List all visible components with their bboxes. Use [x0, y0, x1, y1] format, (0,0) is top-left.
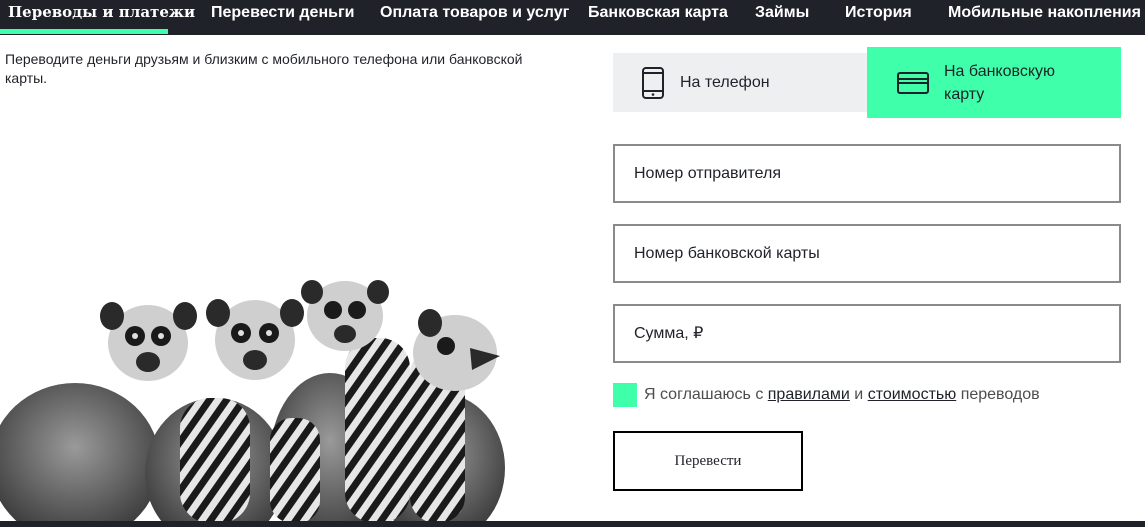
- smartphone-icon: [642, 66, 664, 99]
- nav-item-loans[interactable]: Займы: [755, 0, 809, 35]
- lemur-head-1: [100, 302, 197, 381]
- nav-active-indicator: [0, 29, 168, 34]
- nav-item-history[interactable]: История: [845, 0, 912, 35]
- cost-link[interactable]: стоимостью: [868, 386, 957, 404]
- agreement-row: Я соглашаюсь с правилами и стоимостью пе…: [613, 382, 1040, 408]
- card-number-input[interactable]: [615, 226, 1119, 281]
- agreement-suffix: переводов: [960, 386, 1040, 403]
- tab-to-bank-card-label: На банковскую карту: [944, 62, 1056, 103]
- nav-item-goods-services[interactable]: Оплата товаров и услуг: [380, 0, 569, 35]
- tab-to-phone[interactable]: На телефон: [613, 53, 867, 112]
- rules-link[interactable]: правилами: [768, 386, 850, 404]
- amount-input[interactable]: [615, 306, 1119, 361]
- tab-to-bank-card[interactable]: На банковскую карту: [867, 47, 1121, 118]
- lemurs-illustration: [0, 280, 505, 523]
- sender-number-field: [613, 144, 1121, 203]
- tab-to-phone-label: На телефон: [680, 74, 770, 91]
- agreement-and: и: [854, 386, 864, 403]
- agreement-checkbox[interactable]: [613, 383, 637, 407]
- lemur-head-4: [413, 309, 500, 391]
- amount-field: [613, 304, 1121, 363]
- top-navigation: Переводы и платежи Перевести деньги Опла…: [0, 0, 1145, 35]
- transfer-submit-button[interactable]: Перевести: [613, 431, 803, 491]
- nav-item-send-money[interactable]: Перевести деньги: [211, 0, 354, 35]
- card-number-field: [613, 224, 1121, 283]
- nav-item-mobile-savings[interactable]: Мобильные накопления: [948, 0, 1141, 35]
- lemur-head-2: [206, 299, 304, 380]
- intro-text: Переводите деньги друзьям и близким с мо…: [5, 51, 523, 86]
- sender-number-input[interactable]: [615, 146, 1119, 201]
- agreement-prefix: Я соглашаюсь с: [644, 386, 764, 403]
- nav-item-bank-card[interactable]: Банковская карта: [588, 0, 728, 35]
- credit-card-icon: [897, 71, 929, 94]
- footer-divider: [0, 521, 1145, 527]
